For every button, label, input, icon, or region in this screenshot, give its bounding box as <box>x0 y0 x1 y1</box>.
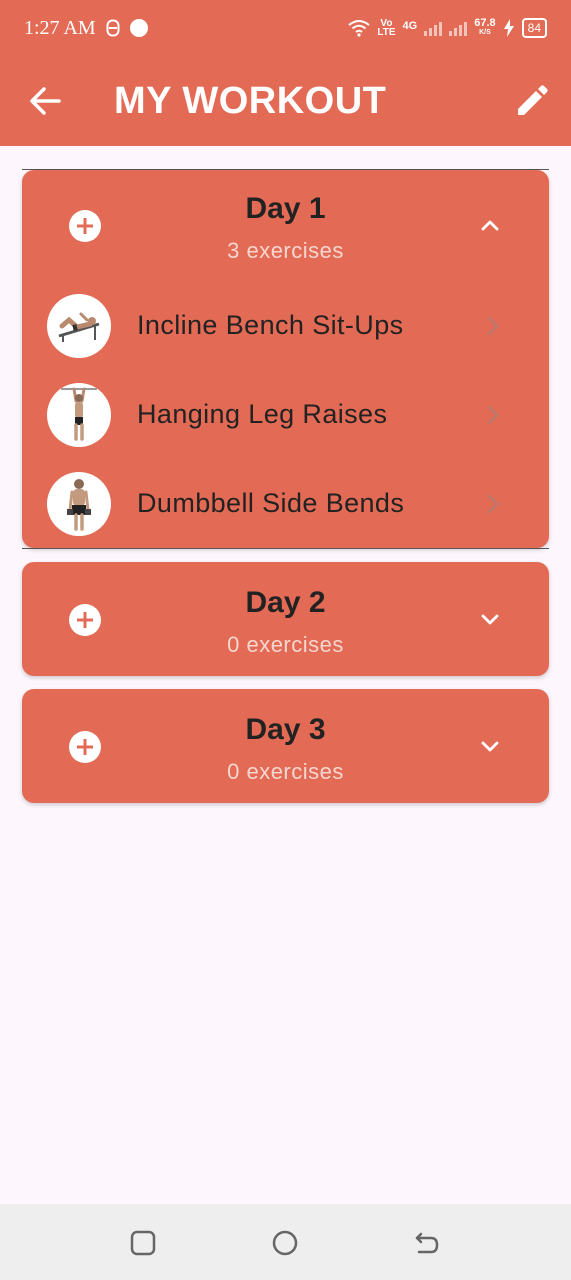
notification-dot-icon <box>129 19 148 37</box>
exercise-row[interactable]: Incline Bench Sit-Ups <box>22 286 549 366</box>
notification-icon <box>106 19 120 37</box>
network-speed: 67.8 K/S <box>474 17 496 37</box>
status-time: 1:27 AM <box>24 16 96 39</box>
pencil-icon[interactable] <box>515 84 549 118</box>
page-title: MY WORKOUT <box>114 80 387 122</box>
chevron-down-icon[interactable] <box>479 608 501 630</box>
circle-icon[interactable] <box>270 1228 300 1258</box>
exercise-count: 0 exercises <box>227 759 344 784</box>
exercise-row[interactable]: Hanging Leg Raises <box>22 375 549 455</box>
status-bar: 1:27 AM Vo LTE 4G 67.8 K/S 84 <box>0 0 571 56</box>
exercise-row[interactable]: Dumbbell Side Bends <box>22 464 549 544</box>
exercise-count: 0 exercises <box>227 632 344 657</box>
back-arrow-icon[interactable] <box>412 1228 442 1258</box>
day-card[interactable]: Day 3 0 exercises <box>22 689 549 803</box>
exercise-name: Dumbbell Side Bends <box>137 488 405 518</box>
exercise-name: Hanging Leg Raises <box>137 399 388 429</box>
chevron-right-icon <box>487 494 499 514</box>
chevron-right-icon <box>487 316 499 336</box>
app-bar: MY WORKOUT <box>0 56 571 146</box>
day-card[interactable]: Day 2 0 exercises <box>22 562 549 676</box>
system-nav-bar <box>0 1204 571 1280</box>
day-title[interactable]: Day 1 <box>22 192 549 226</box>
exercise-thumbnail <box>47 472 111 536</box>
square-icon[interactable] <box>128 1228 158 1258</box>
divider-bottom <box>22 548 549 549</box>
volte-indicator: Vo LTE <box>377 18 396 38</box>
chevron-up-icon[interactable] <box>479 214 501 236</box>
chevron-down-icon[interactable] <box>479 735 501 757</box>
arrow-left-icon[interactable] <box>28 84 62 118</box>
day-card: Day 1 3 exercises Incline Bench Sit-Ups <box>22 170 549 548</box>
wifi-icon <box>348 20 370 37</box>
network-type: 4G <box>402 20 418 32</box>
signal-icon-2 <box>449 20 468 36</box>
chevron-right-icon <box>487 405 499 425</box>
exercise-name: Incline Bench Sit-Ups <box>137 310 404 340</box>
signal-icon <box>424 20 443 36</box>
exercise-count: 3 exercises <box>227 238 344 263</box>
exercise-thumbnail <box>47 383 111 447</box>
battery-icon: 84 <box>521 18 547 38</box>
charging-icon <box>503 19 514 37</box>
exercise-thumbnail <box>47 294 111 358</box>
day-title: Day 3 <box>245 713 326 746</box>
day-title: Day 2 <box>245 586 326 619</box>
